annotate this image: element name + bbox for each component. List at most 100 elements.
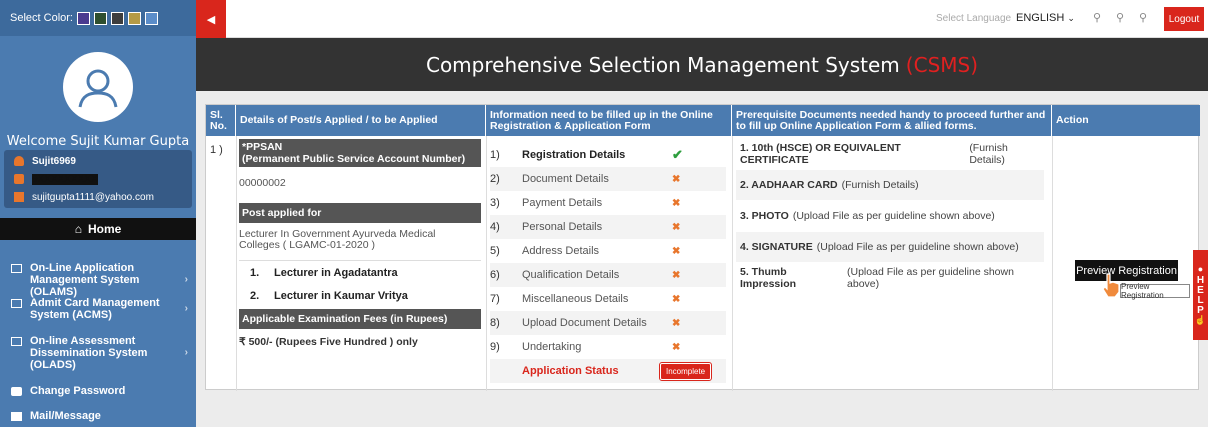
step-address: 5) Address Details ✖: [490, 239, 726, 263]
step-label: Qualification Details: [522, 269, 620, 281]
language-select[interactable]: ENGLISH ⌄: [1016, 12, 1075, 24]
nav-mail-message[interactable]: Mail/Message: [0, 410, 196, 422]
step-label: Document Details: [522, 173, 609, 185]
step-number: 1): [490, 149, 500, 161]
help-tab[interactable]: ● HELP ☝: [1193, 250, 1208, 340]
doc-note: (Furnish Details): [841, 179, 919, 191]
doc-item: 4. SIGNATURE (Upload File as per guideli…: [736, 232, 1044, 262]
caret-left-icon: ◀: [206, 13, 216, 26]
doc-title: 4. SIGNATURE: [740, 241, 813, 253]
welcome-text: Welcome Sujit Kumar Gupta: [6, 134, 190, 149]
username: Sujit6969: [32, 155, 76, 167]
nav-label: On-Line Application Management System (O…: [30, 262, 140, 298]
step-document: 2) Document Details ✖: [490, 167, 726, 191]
home-button[interactable]: ⌂ Home: [0, 218, 196, 240]
phone: 9XXXXXXXXX: [32, 173, 98, 185]
color-selector: Select Color:: [0, 0, 196, 36]
nav-acms[interactable]: Admit Card Management System (ACMS) ›: [0, 297, 196, 321]
step-number: 8): [490, 317, 500, 329]
check-icon: ✔: [672, 147, 683, 162]
doc-note: (Upload File as per guideline shown abov…: [792, 210, 995, 222]
step-number: 3): [490, 197, 500, 209]
chevron-right-icon: ›: [184, 347, 188, 358]
preview-tooltip: Preview Registration: [1120, 282, 1190, 300]
cross-icon: ✖: [672, 294, 681, 305]
step-number: 4): [490, 221, 500, 233]
table-header: Sl. No. Details of Post/s Applied / to b…: [206, 105, 1200, 136]
step-undertaking: 9) Undertaking ✖: [490, 335, 726, 359]
top-bar: ◀ Select Language ENGLISH ⌄ ⚲ ⚲ ⚲ Logout: [196, 0, 1208, 38]
nav-olams[interactable]: On-Line Application Management System (O…: [0, 262, 196, 298]
id-card-icon: [11, 337, 22, 346]
step-label: Registration Details: [522, 149, 626, 161]
header-docs: Prerequisite Documents needed handy to p…: [732, 105, 1052, 136]
lock-icon: [11, 387, 22, 396]
color-swatch[interactable]: [127, 11, 141, 25]
doc-item: 2. AADHAAR CARD (Furnish Details): [736, 170, 1044, 200]
title-text: Comprehensive Selection Management Syste…: [425, 52, 900, 77]
step-label: Miscellaneous Details: [522, 293, 629, 305]
phone-icon: [14, 174, 24, 184]
user-icon: [14, 156, 24, 166]
user-icon: [78, 69, 118, 108]
post-1-number: 1.: [250, 267, 260, 279]
application-status-row: Application Status Incomplete: [490, 359, 726, 383]
preview-registration-button[interactable]: Preview Registration: [1075, 260, 1178, 281]
zoom-out-icon[interactable]: ⚲: [1116, 11, 1130, 25]
user-info: Sujit6969 9XXXXXXXXX sujitgupta1111@yaho…: [4, 150, 192, 208]
doc-note: (Upload File as per guideline shown abov…: [816, 241, 1019, 253]
doc-title: 3. PHOTO: [740, 210, 789, 222]
page-title: Comprehensive Selection Management Syste…: [196, 38, 1208, 91]
step-payment: 3) Payment Details ✖: [490, 191, 726, 215]
color-swatch[interactable]: [110, 11, 124, 25]
cross-icon: ✖: [672, 246, 681, 257]
language-value: ENGLISH: [1016, 12, 1065, 24]
doc-item: 3. PHOTO (Upload File as per guideline s…: [736, 201, 1044, 231]
ppsan-header: *PPSAN (Permanent Public Service Account…: [239, 139, 481, 167]
zoom-in-icon[interactable]: ⚲: [1139, 11, 1153, 25]
sidebar-toggle-button[interactable]: ◀: [196, 0, 226, 38]
color-swatch[interactable]: [76, 11, 90, 25]
fees-value: ₹ 500/- (Rupees Five Hundred ) only: [239, 336, 418, 348]
pointer-icon: ☝: [1194, 315, 1207, 325]
color-swatch[interactable]: [144, 11, 158, 25]
envelope-icon: [11, 412, 22, 421]
doc-title: 2. AADHAAR CARD: [740, 179, 838, 191]
logout-button[interactable]: Logout: [1164, 7, 1204, 31]
id-card-icon: [11, 264, 22, 273]
step-number: 6): [490, 269, 500, 281]
fees-header: Applicable Examination Fees (in Rupees): [239, 309, 481, 329]
envelope-icon: [14, 192, 24, 202]
home-label: Home: [87, 222, 122, 236]
doc-title: 1. 10th (HSCE) OR EQUIVALENT CERTIFICATE: [740, 142, 901, 166]
cross-icon: ✖: [672, 270, 681, 281]
step-label: Payment Details: [522, 197, 603, 209]
id-card-icon: [11, 299, 22, 308]
step-qualification: 6) Qualification Details ✖: [490, 263, 726, 287]
color-swatch[interactable]: [93, 11, 107, 25]
doc-title: 5. Thumb Impression: [740, 266, 797, 290]
row-number: 1 ): [210, 144, 223, 156]
sidebar: Select Color: Welcome Sujit Kumar Gupta …: [0, 0, 196, 427]
nav-olads[interactable]: On-line Assessment Dissemination System …: [0, 335, 196, 371]
nav-label: Change Password: [30, 385, 126, 397]
email: sujitgupta1111@yahoo.com: [32, 191, 154, 203]
post-1-name: Lecturer in Agadatantra: [274, 267, 398, 279]
chat-icon: ●: [1197, 264, 1204, 274]
cross-icon: ✖: [672, 342, 681, 353]
select-color-label: Select Color:: [10, 12, 73, 24]
doc-note: (Furnish Details): [969, 142, 1008, 166]
step-label: Upload Document Details: [522, 317, 647, 329]
search-icon[interactable]: ⚲: [1093, 11, 1107, 25]
step-personal: 4) Personal Details ✖: [490, 215, 726, 239]
chevron-right-icon: ›: [184, 303, 188, 314]
chevron-right-icon: ›: [184, 274, 188, 285]
cross-icon: ✖: [672, 198, 681, 209]
step-number: 2): [490, 173, 500, 185]
cross-icon: ✖: [672, 174, 681, 185]
nav-label: Admit Card Management System (ACMS): [30, 297, 160, 321]
nav-change-password[interactable]: Change Password: [0, 385, 196, 397]
step-label: Personal Details: [522, 221, 603, 233]
header-info: Information need to be filled up in the …: [486, 105, 732, 136]
step-registration: 1) Registration Details ✔: [490, 143, 726, 167]
